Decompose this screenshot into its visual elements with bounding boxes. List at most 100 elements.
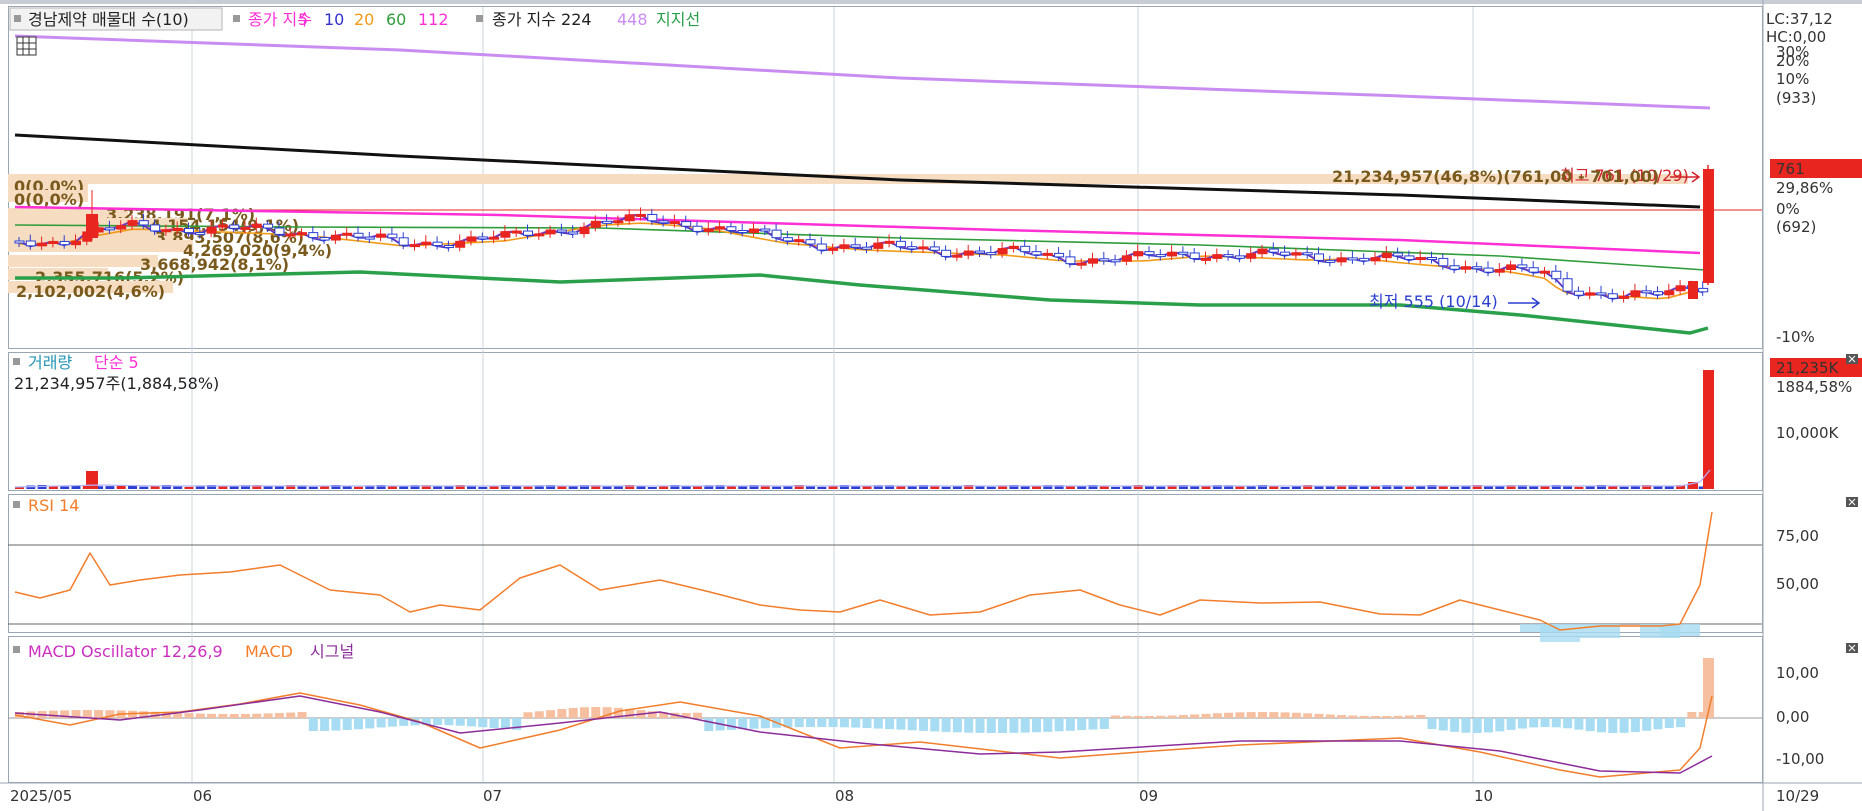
candle-body: [1223, 254, 1234, 258]
candle-body: [1573, 290, 1584, 296]
oscillator-bar: [817, 718, 827, 728]
volume-bar: [523, 486, 533, 489]
oscillator-bar: [806, 718, 815, 728]
series-toggle-icon[interactable]: [476, 15, 483, 22]
oscillator-bar: [557, 708, 567, 718]
candle-body: [1404, 255, 1415, 260]
oscillator-bar: [998, 718, 1008, 733]
ma-448-line: [14, 34, 1711, 110]
candle-body: [25, 240, 36, 247]
volume-bar: [184, 486, 194, 489]
volume-bar: [399, 486, 409, 489]
candle-body: [782, 237, 793, 242]
rsi-series: [14, 511, 1713, 642]
top-strip: [0, 0, 1862, 4]
signal-label: 시그널: [310, 642, 354, 661]
volume-value: 21,234,957주(1,884,58%): [14, 374, 219, 393]
oscillator-bar: [1551, 718, 1561, 728]
stock-chart[interactable]: 0(0,0%)0(0,0%)3,238,191(7,1%)4,154,154(9…: [0, 0, 1862, 811]
candle-body: [466, 236, 477, 242]
candle-body: [285, 233, 296, 237]
oscillator-bar: [489, 718, 499, 729]
candle-body: [150, 224, 161, 232]
oscillator-bar: [1393, 715, 1403, 718]
volume-bar: [60, 486, 70, 489]
support-label: 지지선: [656, 10, 700, 29]
oscillator-bar: [726, 718, 736, 730]
candle-body: [364, 236, 375, 240]
series-toggle-icon[interactable]: [233, 15, 240, 22]
x-label-09: 09: [1139, 787, 1158, 805]
volume-bar: [1156, 486, 1166, 489]
volume-bar: [86, 471, 98, 489]
candle-body: [1121, 255, 1132, 262]
oscillator-bar: [907, 718, 917, 731]
oscillator-bar: [1178, 714, 1188, 718]
oscillator-bar: [478, 718, 488, 728]
candle-body: [1630, 290, 1641, 297]
oscillator-bar: [1687, 712, 1697, 718]
candle-body: [568, 231, 579, 235]
series-toggle-icon[interactable]: [14, 15, 21, 22]
oscillator-bar: [1359, 715, 1369, 718]
oscillator-bar: [794, 718, 804, 728]
oscillator-bar: [1630, 718, 1640, 733]
candle-body: [1472, 266, 1483, 270]
oscillator-bar: [1495, 718, 1505, 732]
series-toggle-icon[interactable]: [13, 358, 20, 365]
candle-body: [1494, 269, 1505, 273]
rsi-line: [14, 511, 1713, 631]
price-title[interactable]: 경남제약 매물대 수(10): [28, 10, 189, 29]
panel-close-icon[interactable]: [1846, 643, 1858, 653]
candle-body: [1201, 257, 1211, 261]
candle-body: [839, 244, 850, 249]
oscillator-bar: [1032, 718, 1041, 733]
candle-body: [1415, 257, 1426, 261]
series-toggle-icon[interactable]: [13, 646, 20, 653]
candle-body: [376, 233, 387, 238]
oscillator-bar: [1450, 718, 1460, 732]
candle-body: [771, 229, 782, 239]
axis-minus10pct: -10%: [1776, 328, 1815, 346]
candle-body: [1144, 251, 1155, 256]
oscillator-bar: [1235, 712, 1245, 718]
axis-50: 50,00: [1776, 575, 1819, 593]
last-change: 29,86%: [1776, 179, 1833, 197]
candle-body: [1664, 290, 1675, 296]
candle-body: [511, 230, 522, 234]
volume-bar: [139, 486, 149, 489]
oscillator-bar: [580, 707, 589, 718]
oscillator-bar: [263, 713, 273, 718]
candle-body: [805, 239, 816, 245]
volume-bar: [1450, 486, 1460, 489]
axis-20pct: 20%: [1776, 52, 1809, 70]
candle-body: [1641, 290, 1652, 294]
rsi-legend: RSI 14: [13, 496, 79, 515]
axis-10pct: 10%: [1776, 70, 1809, 88]
candle-body: [523, 230, 533, 236]
panel-close-icon[interactable]: [1846, 354, 1858, 364]
candle-body: [1110, 259, 1121, 263]
oscillator-bar: [1099, 718, 1109, 729]
candle-body: [59, 240, 70, 246]
grid-toggle-icon[interactable]: [16, 36, 37, 56]
candle-body: [37, 242, 48, 247]
oscillator-bar: [1337, 715, 1347, 718]
oscillator-bar: [195, 713, 205, 718]
panel-close-icon[interactable]: [1846, 497, 1858, 507]
candle-body: [1506, 264, 1517, 271]
candle-body: [1607, 293, 1618, 299]
candle-body: [669, 221, 680, 225]
candle-body: [1042, 252, 1053, 256]
oscillator-bar: [48, 710, 58, 718]
candle-body: [217, 224, 228, 228]
low-arrow-icon: [1508, 297, 1541, 309]
oscillator-bar: [1077, 718, 1087, 731]
candle-body: [1234, 255, 1245, 259]
candle-body: [1257, 248, 1268, 255]
candle-body: [86, 214, 98, 238]
oscillator-bar: [1156, 715, 1166, 718]
volume-profile-label: 2,102,002(4,6%): [16, 282, 165, 301]
series-toggle-icon[interactable]: [13, 501, 20, 508]
candle-body: [737, 230, 748, 234]
